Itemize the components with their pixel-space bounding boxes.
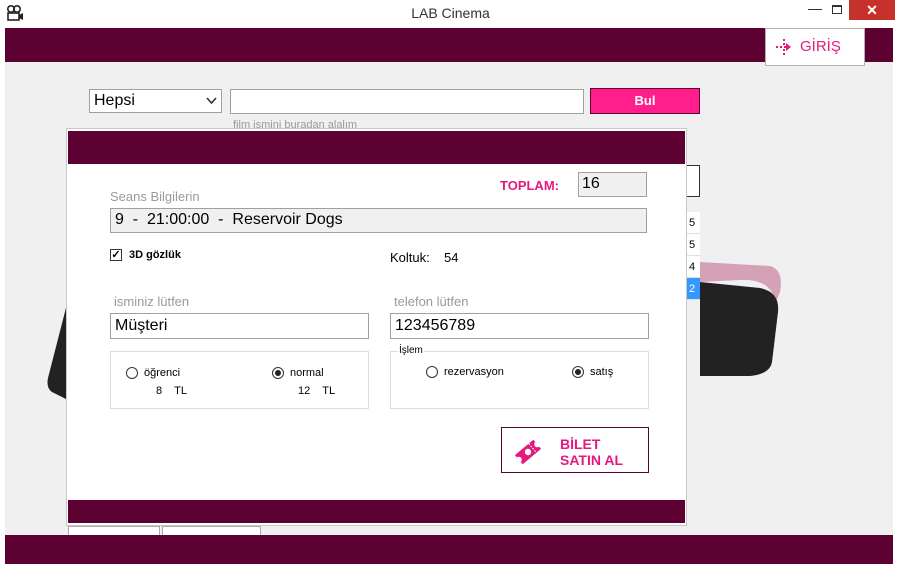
buy-ticket-button[interactable]: BİLET SATIN AL <box>501 427 649 473</box>
login-button[interactable]: GİRİŞ <box>765 28 865 66</box>
operation-group-title: İşlem <box>398 345 424 356</box>
maximize-icon <box>832 5 842 14</box>
name-input[interactable] <box>110 313 369 339</box>
bottom-banner <box>5 535 893 564</box>
session-info-field: 9 - 21:00:00 - Reservoir Dogs <box>110 208 647 233</box>
maximize-button[interactable] <box>830 0 846 20</box>
glasses-label[interactable]: 3D gözlük <box>129 249 181 261</box>
student-radio[interactable] <box>126 367 138 379</box>
title-bar: LAB Cinema — ✕ <box>0 0 901 28</box>
category-value: Hepsi <box>94 92 135 109</box>
ticket-icon <box>514 439 542 465</box>
decorative-shape <box>700 262 781 376</box>
reservation-radio[interactable] <box>426 366 438 378</box>
name-label: isminiz lütfen <box>114 294 190 309</box>
buy-line-1: BİLET <box>560 436 601 452</box>
operation-group <box>390 351 649 409</box>
ticket-type-group <box>110 351 369 409</box>
normal-label[interactable]: normal <box>290 367 324 379</box>
seat-label: Koltuk: <box>390 250 430 265</box>
session-label: Seans Bilgilerin <box>110 189 200 204</box>
list-item-selected[interactable]: 2 <box>686 278 700 300</box>
dialog-header <box>68 131 685 164</box>
student-price: 8 TL <box>156 385 187 397</box>
window-title: LAB Cinema <box>411 5 490 21</box>
sale-radio[interactable] <box>572 366 584 378</box>
decorative-shape-left <box>47 300 68 400</box>
list-item[interactable]: 5 <box>686 234 700 256</box>
chevron-down-icon <box>206 97 217 105</box>
glasses-checkbox[interactable]: ✓ <box>110 249 122 261</box>
search-input[interactable] <box>230 89 584 114</box>
find-button[interactable]: Bul <box>590 88 700 114</box>
list-item[interactable]: 4 <box>686 256 700 278</box>
normal-radio[interactable] <box>272 367 284 379</box>
login-label: GİRİŞ <box>800 38 841 55</box>
dialog-footer <box>68 500 685 523</box>
reservation-label[interactable]: rezervasyon <box>444 366 504 378</box>
background-list[interactable]: 5 5 4 2 <box>686 212 700 302</box>
sale-label[interactable]: satış <box>590 366 613 378</box>
login-arrow-icon <box>776 39 791 55</box>
student-label[interactable]: öğrenci <box>144 367 180 379</box>
top-banner <box>5 28 893 62</box>
background-panel-edge <box>686 165 700 197</box>
minimize-button[interactable]: — <box>802 0 828 20</box>
total-value: 16 <box>578 172 647 197</box>
phone-input[interactable] <box>390 313 649 339</box>
category-select[interactable]: Hepsi <box>89 89 222 113</box>
list-item[interactable]: 5 <box>686 212 700 234</box>
buy-line-2: SATIN AL <box>560 452 623 468</box>
seat-value: 54 <box>444 250 459 265</box>
close-button[interactable]: ✕ <box>849 0 895 20</box>
buy-ticket-label: BİLET SATIN AL <box>560 436 623 468</box>
normal-price: 12 TL <box>298 385 336 397</box>
total-label: TOPLAM: <box>500 178 559 193</box>
phone-label: telefon lütfen <box>394 294 469 309</box>
